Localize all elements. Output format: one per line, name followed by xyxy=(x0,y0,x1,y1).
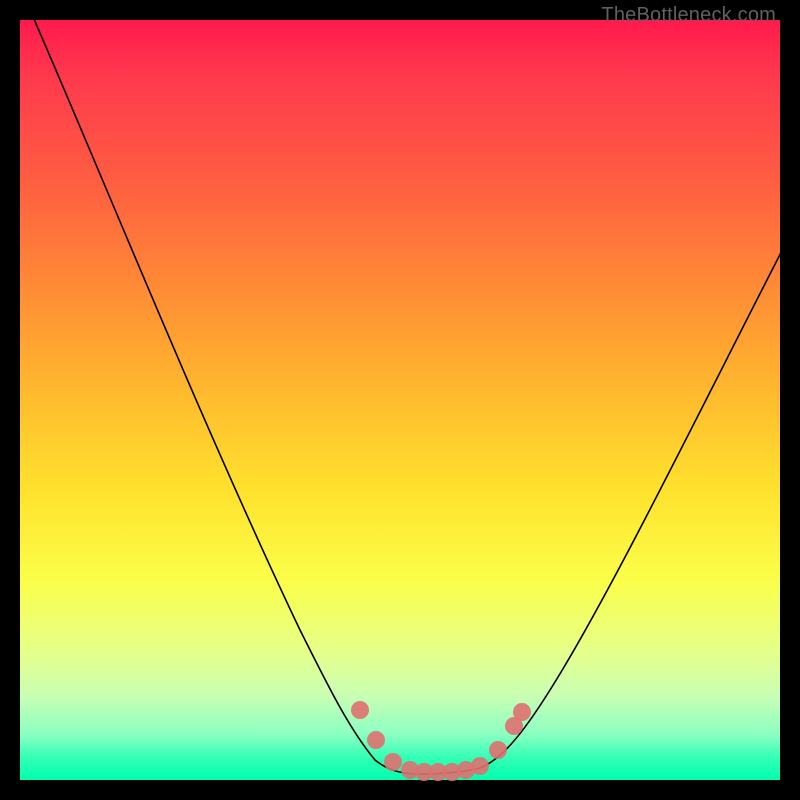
marker-dot xyxy=(367,731,385,749)
chart-svg xyxy=(20,20,780,780)
marker-dot xyxy=(513,703,531,721)
bottleneck-curve xyxy=(30,10,790,774)
marker-dot xyxy=(489,741,507,759)
chart-frame: TheBottleneck.com xyxy=(0,0,800,800)
marker-group xyxy=(351,701,531,781)
plot-area xyxy=(20,20,780,780)
marker-dot xyxy=(351,701,369,719)
marker-dot xyxy=(471,757,489,775)
watermark-text: TheBottleneck.com xyxy=(601,4,776,27)
marker-dot xyxy=(384,753,402,771)
